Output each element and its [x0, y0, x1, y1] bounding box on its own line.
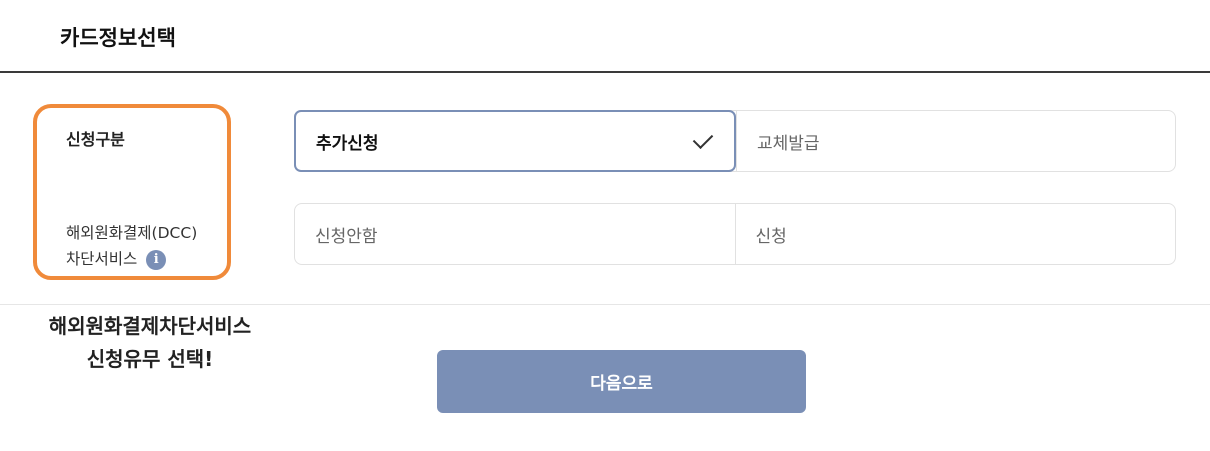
option-replacement-issue[interactable]: 교체발급: [736, 111, 1175, 171]
next-button[interactable]: 다음으로: [437, 350, 806, 413]
option-label: 신청안함: [315, 226, 378, 247]
option-label: 교체발급: [757, 133, 820, 154]
section-divider: [0, 304, 1210, 305]
annotation-line2: 신청유무 선택!: [86, 347, 214, 371]
annotation-text: 해외원화결제차단서비스 신청유무 선택!: [28, 310, 272, 376]
option-label: 신청: [755, 226, 787, 247]
annotation-line1: 해외원화결제차단서비스: [48, 314, 252, 338]
page-title: 카드정보선택: [60, 26, 176, 50]
option-not-apply[interactable]: 신청안함: [295, 204, 735, 264]
option-label: 추가신청: [316, 133, 379, 154]
title-divider: [0, 71, 1210, 73]
dcc-block-options: 신청안함 신청: [294, 203, 1176, 265]
annotation-highlight-box: [33, 104, 231, 280]
option-additional-application[interactable]: 추가신청: [294, 110, 736, 172]
application-type-options: 추가신청 교체발급: [294, 110, 1176, 172]
option-apply[interactable]: 신청: [734, 204, 1176, 264]
check-icon: [692, 128, 714, 150]
